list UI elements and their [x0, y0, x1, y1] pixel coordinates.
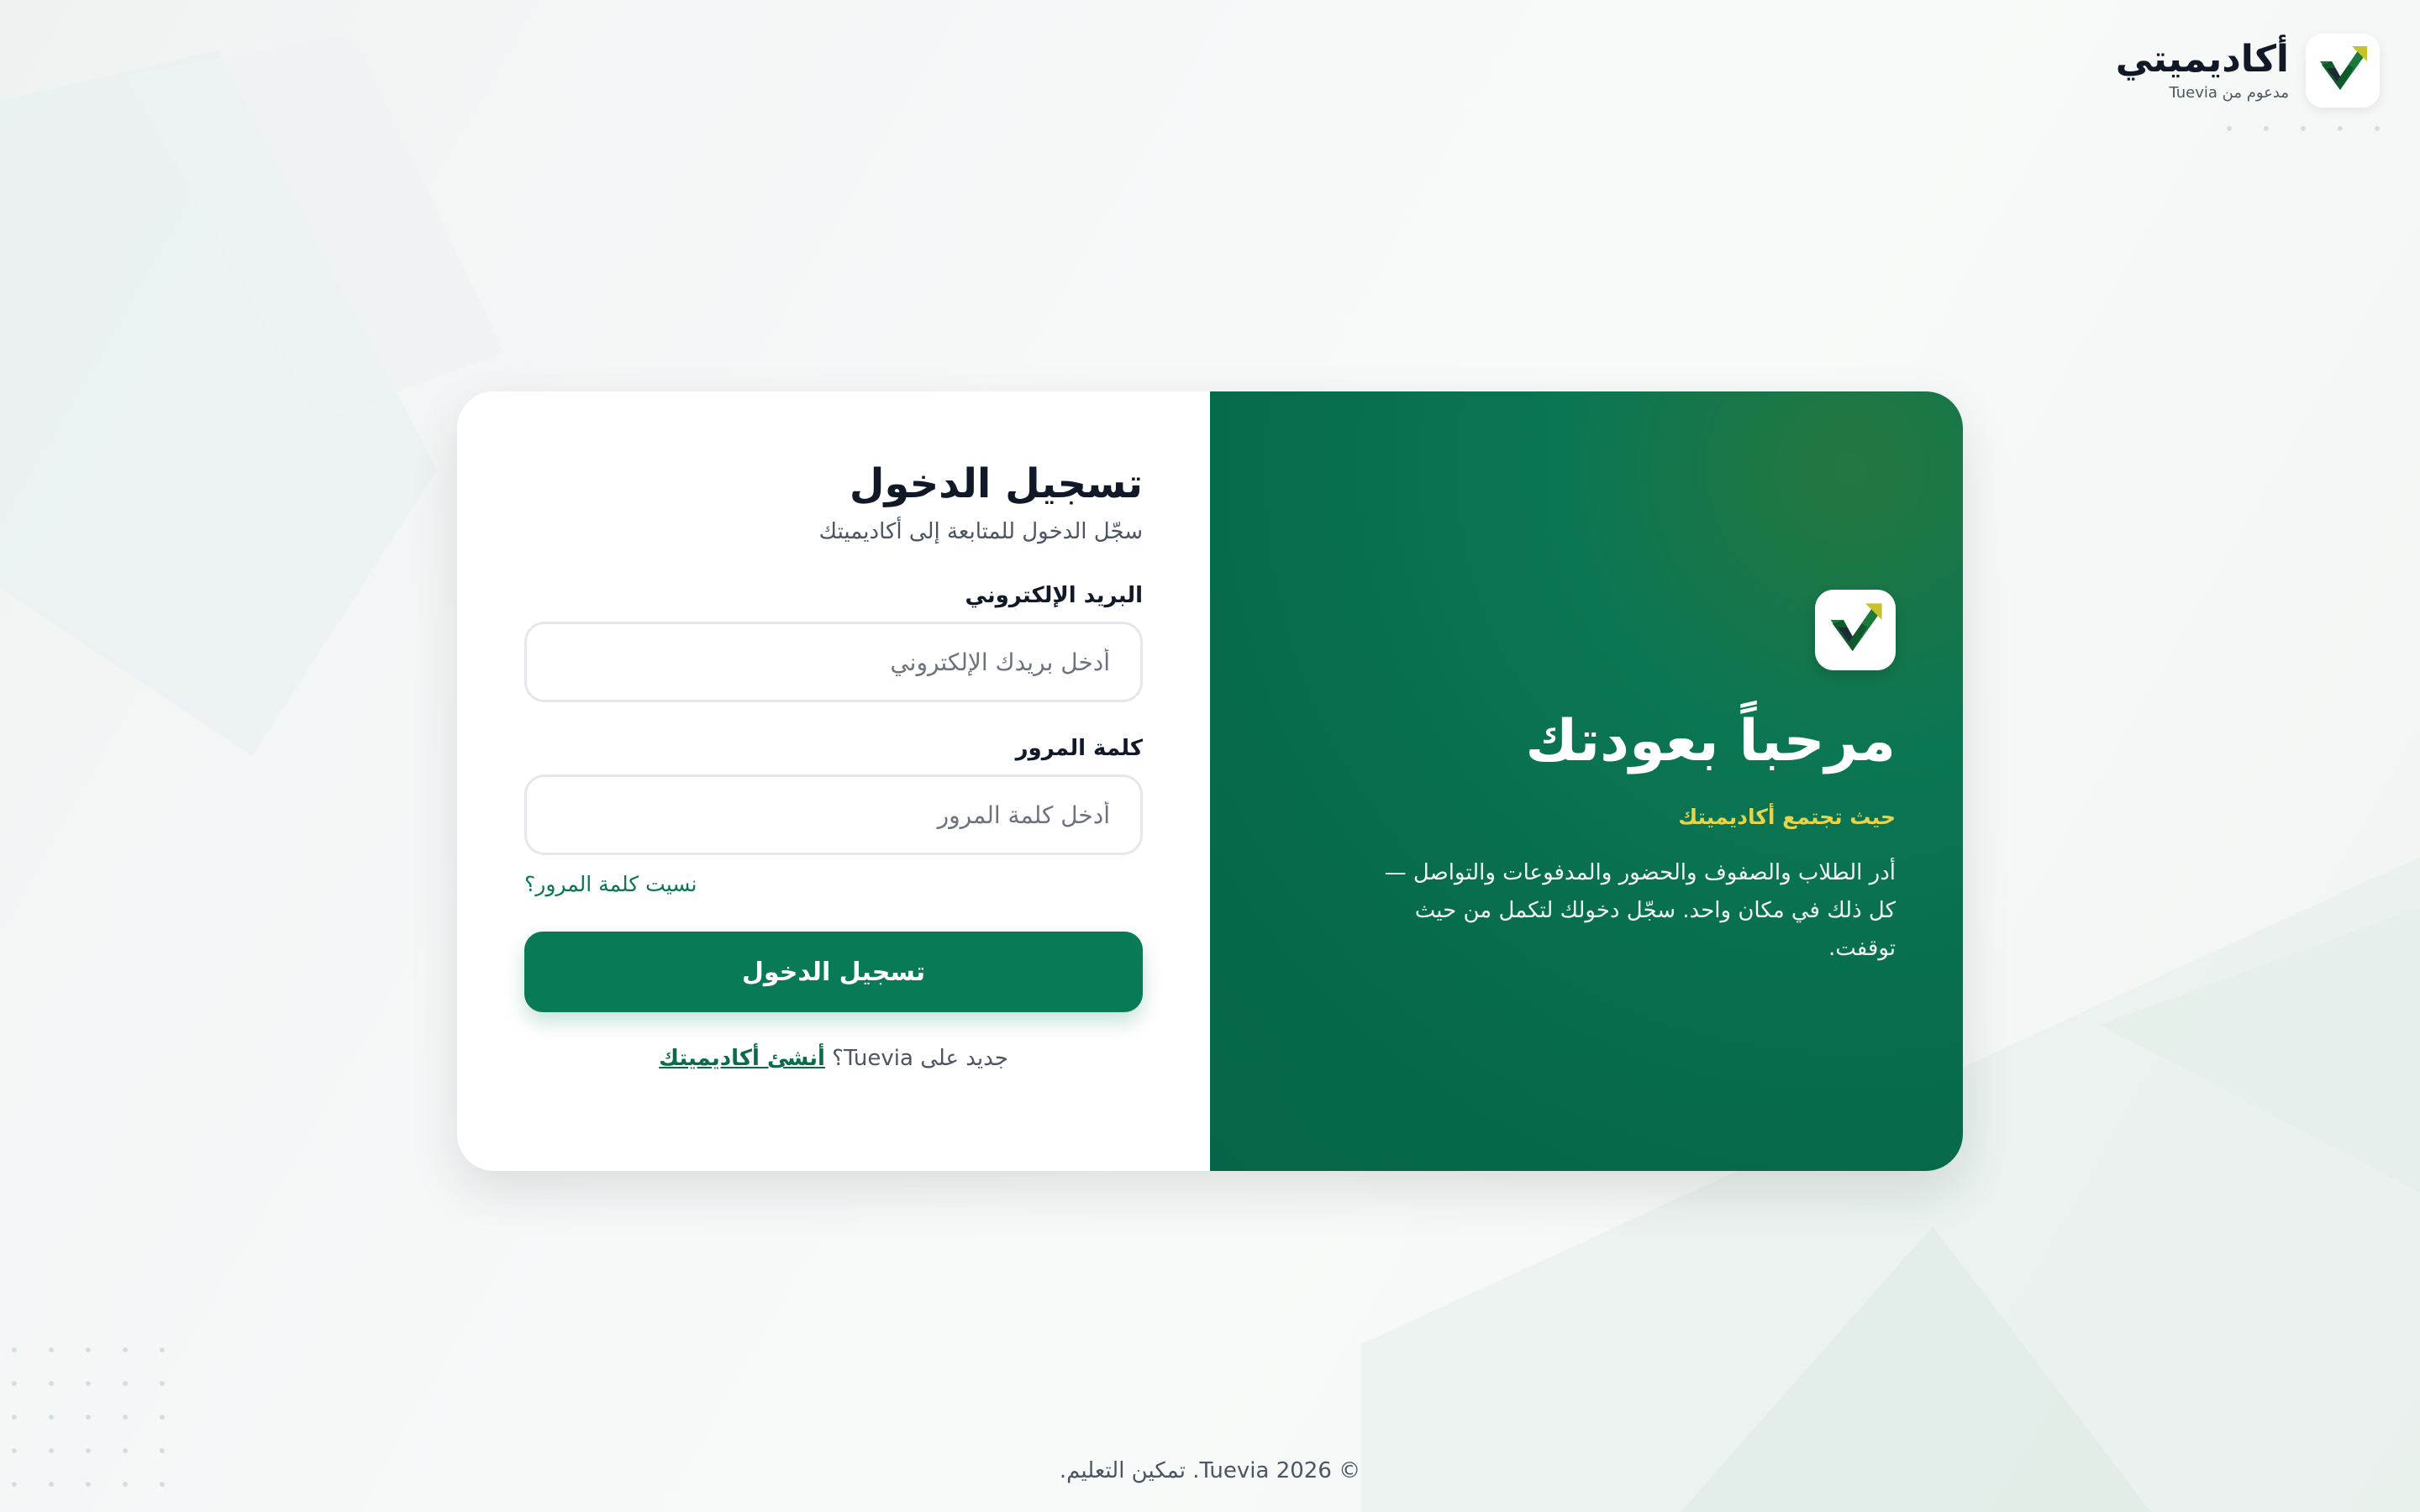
- welcome-panel: مرحباً بعودتك حيث تجتمع أكاديميتك أدر ال…: [1210, 391, 1963, 1171]
- brand-name: أكاديميتي: [2115, 38, 2289, 81]
- academy-checkmark-logo-icon: [1815, 590, 1896, 670]
- login-form-panel: تسجيل الدخول سجّل الدخول للمتابعة إلى أك…: [457, 391, 1210, 1171]
- email-field[interactable]: [524, 622, 1143, 702]
- welcome-title: مرحباً بعودتك: [1525, 708, 1896, 774]
- login-button[interactable]: تسجيل الدخول: [524, 932, 1143, 1012]
- brand-header: أكاديميتي مدعوم من Tuevia: [2116, 34, 2380, 108]
- signup-prompt-text: جديد على Tuevia؟: [832, 1046, 1008, 1071]
- login-form: تسجيل الدخول سجّل الدخول للمتابعة إلى أك…: [524, 460, 1143, 1071]
- forgot-password-link[interactable]: نسيت كلمة المرور؟: [524, 872, 1143, 896]
- academy-checkmark-logo-icon: [2306, 34, 2380, 108]
- form-subtitle: سجّل الدخول للمتابعة إلى أكاديميتك: [818, 519, 1143, 544]
- login-card: مرحباً بعودتك حيث تجتمع أكاديميتك أدر ال…: [457, 391, 1963, 1171]
- email-label: البريد الإلكتروني: [965, 583, 1143, 608]
- welcome-description: أدر الطلاب والصفوف والحضور والمدفوعات وا…: [1384, 860, 1896, 961]
- dot-pattern-top-right: [2223, 126, 2380, 131]
- welcome-tagline: حيث تجتمع أكاديميتك: [1678, 805, 1896, 830]
- form-title: تسجيل الدخول: [849, 460, 1143, 507]
- create-academy-link[interactable]: أنشئ أكاديميتك: [659, 1046, 825, 1071]
- password-label: كلمة المرور: [1015, 736, 1143, 761]
- signup-prompt: جديد على Tuevia؟ أنشئ أكاديميتك: [524, 1046, 1143, 1071]
- footer-copyright: © Tuevia 2026. تمكين التعليم.: [1059, 1458, 1361, 1483]
- password-field[interactable]: [524, 774, 1143, 855]
- powered-by-text: مدعوم من Tuevia: [2169, 83, 2290, 102]
